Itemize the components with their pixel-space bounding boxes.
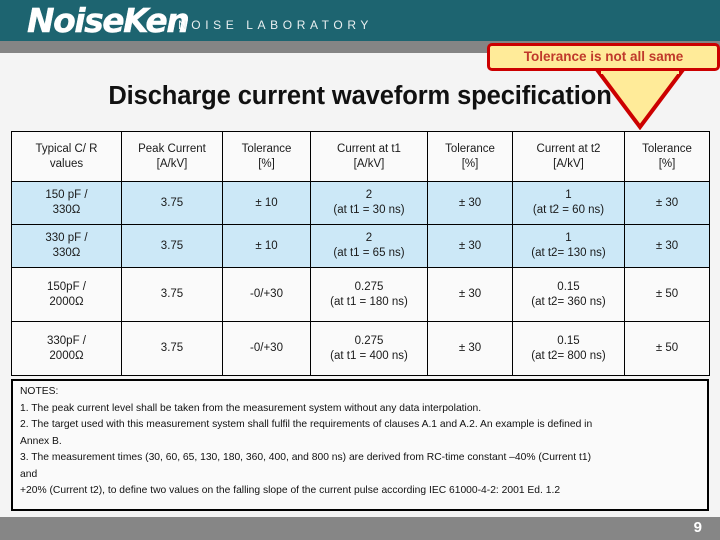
cell-peak-current: 3.75 [121,267,223,322]
cell-typical-cr: 150 pF / 330Ω [11,181,122,225]
notes-line-5: and [20,468,38,480]
cell-typical-cr: 330pF / 2000Ω [11,321,122,376]
footer-bar: 9 [0,517,720,540]
cell-tolerance-peak: -0/+30 [222,321,311,376]
col-header-typical-cr: Typical C/ R values [11,131,122,182]
notes-line-4: 3. The measurement times (30, 60, 65, 13… [20,452,592,463]
cell-tolerance-t2: ± 30 [624,224,710,268]
cell-tolerance-peak: -0/+30 [222,267,311,322]
col-header-tolerance-peak: Tolerance [%] [222,131,311,182]
cell-tolerance-t2: ± 50 [624,267,710,322]
col-header-tolerance-t2: Tolerance [%] [624,131,710,182]
table-row: 330pF / 2000Ω 3.75 -0/+30 0.275 (at t1 =… [11,321,710,376]
cell-current-t1: 0.275 (at t1 = 400 ns) [310,321,428,376]
cell-current-t1: 2 (at t1 = 65 ns) [310,224,428,268]
cell-tolerance-t1: ± 30 [427,224,513,268]
cell-current-t2: 0.15 (at t2= 800 ns) [512,321,625,376]
notes-line-2: 2. The target used with this measurement… [20,419,593,430]
callout-box: Tolerance is not all same [487,43,720,71]
table-row: 150 pF / 330Ω 3.75 ± 10 2 (at t1 = 30 ns… [11,181,710,225]
cell-current-t1: 0.275 (at t1 = 180 ns) [310,267,428,322]
cell-current-t1: 2 (at t1 = 30 ns) [310,181,428,225]
cell-peak-current: 3.75 [121,181,223,225]
notes-heading: NOTES: [20,386,59,397]
brand-tagline: NOISE LABORATORY [178,18,373,32]
cell-tolerance-t1: ± 30 [427,267,513,322]
page-number: 9 [693,519,702,536]
cell-current-t2: 1 (at t2 = 60 ns) [512,181,625,225]
col-header-current-t2: Current at t2 [A/kV] [512,131,625,182]
col-header-tolerance-t1: Tolerance [%] [427,131,513,182]
cell-tolerance-t1: ± 30 [427,181,513,225]
discharge-current-spec-table: Typical C/ R values Peak Current [A/kV] … [11,131,710,376]
notes-line-6: +20% (Current t2), to define two values … [20,485,561,496]
cell-tolerance-peak: ± 10 [222,224,311,268]
callout-text: Tolerance is not all same [523,49,684,64]
cell-typical-cr: 330 pF / 330Ω [11,224,122,268]
cell-tolerance-peak: ± 10 [222,181,311,225]
cell-current-t2: 0.15 (at t2= 360 ns) [512,267,625,322]
cell-typical-cr: 150pF / 2000Ω [11,267,122,322]
cell-peak-current: 3.75 [121,224,223,268]
cell-tolerance-t2: ± 50 [624,321,710,376]
brand-logo: NoiseKen [27,1,190,40]
table-row: 150pF / 2000Ω 3.75 -0/+30 0.275 (at t1 =… [11,267,710,322]
col-header-peak-current: Peak Current [A/kV] [121,131,223,182]
callout-tail [595,68,685,130]
notes-line-1: 1. The peak current level shall be taken… [20,402,482,414]
cell-peak-current: 3.75 [121,321,223,376]
cell-tolerance-t1: ± 30 [427,321,513,376]
table-header-row: Typical C/ R values Peak Current [A/kV] … [11,131,710,182]
cell-tolerance-t2: ± 30 [624,181,710,225]
col-header-current-t1: Current at t1 [A/kV] [310,131,428,182]
notes-line-3: Annex B. [20,435,62,447]
cell-current-t2: 1 (at t2= 130 ns) [512,224,625,268]
notes-box: NOTES: 1. The peak current level shall b… [11,379,709,511]
table-row: 330 pF / 330Ω 3.75 ± 10 2 (at t1 = 65 ns… [11,224,710,268]
